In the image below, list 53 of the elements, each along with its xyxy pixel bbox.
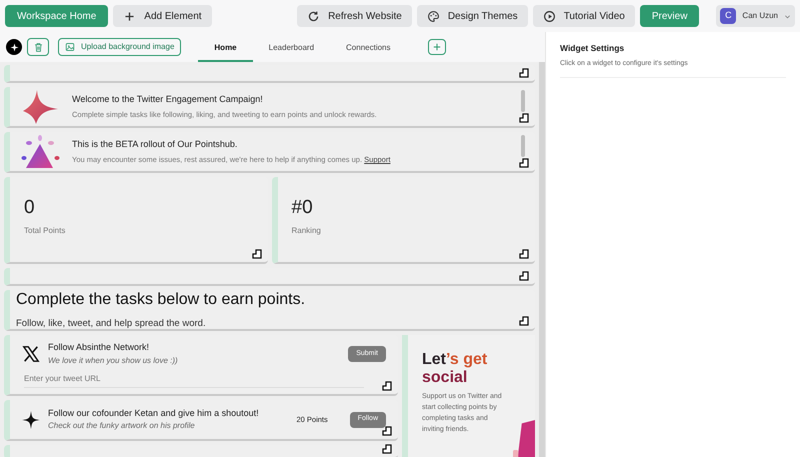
resize-handle-icon[interactable] [519,158,529,168]
caret-icon [784,12,791,20]
banner-title: Welcome to the Twitter Engagement Campaign! [72,92,264,106]
tab[interactable]: Home [198,36,253,62]
resize-handle-icon[interactable] [519,271,529,281]
image-icon [65,42,75,52]
play-button[interactable]: Tutorial Video [532,5,635,27]
sparkle-icon [22,410,40,428]
task-title: Follow our cofounder Ketan and give him a shoutout! [48,406,260,420]
tweet-url-field[interactable]: Enter your tweet URL [24,372,364,388]
refresh-icon [307,10,320,22]
play-icon [542,10,556,22]
delete-button[interactable] [27,38,49,56]
stat-label: Total Points [24,225,66,238]
section-subtitle: Follow, like, tweet, and help spread the word. [16,316,206,331]
x-logo-icon [22,345,40,363]
sparkle-icon [10,42,18,52]
resize-handle-icon[interactable] [382,381,392,391]
task-subtitle: Check out the funky artwork on his profile [48,420,196,432]
sparkle-button[interactable] [6,39,22,55]
task-subtitle: We love it when you show us love :)) [48,354,179,367]
stat-label: Ranking [292,225,322,238]
tab[interactable]: Connections [330,36,406,62]
user-menu[interactable]: C Can Uzun [716,5,795,27]
upload-button[interactable]: Upload background image [58,38,182,56]
banner-title: This is the BETA rollout of Our Pointshub. [72,138,238,151]
scrollbar[interactable] [521,135,525,157]
palette-button[interactable]: Design Themes [416,5,528,27]
add-button[interactable]: Add Element [113,5,212,27]
stat-value: 0 [24,196,36,220]
resize-handle-icon[interactable] [519,113,529,123]
stat-value: #0 [292,196,314,220]
resize-handle-icon[interactable] [252,249,262,259]
user-name: Can Uzun [742,10,778,22]
plus-icon [123,10,136,22]
scrollbar[interactable] [521,90,525,112]
tab[interactable]: Leaderboard [252,36,330,62]
primary-button[interactable]: Workspace Home [5,5,108,27]
resize-handle-icon[interactable] [519,68,529,78]
trash-icon [32,42,44,52]
task-title: Follow Absinthe Network! [48,341,150,354]
resize-handle-icon[interactable] [519,249,529,259]
section-heading: Complete the tasks below to earn points. [16,290,306,310]
resize-handle-icon[interactable] [519,316,529,326]
panel-title: Widget Settings [560,42,626,55]
palette-icon [426,10,440,22]
primary-button[interactable]: Preview [640,5,700,27]
add-tab-button[interactable] [428,39,446,55]
refresh-button[interactable]: Refresh Website [297,5,412,27]
triangle-logo-icon [19,134,61,170]
plus-icon [432,43,440,51]
avatar: C [720,8,736,24]
social-title: Let’s get social [422,351,488,387]
